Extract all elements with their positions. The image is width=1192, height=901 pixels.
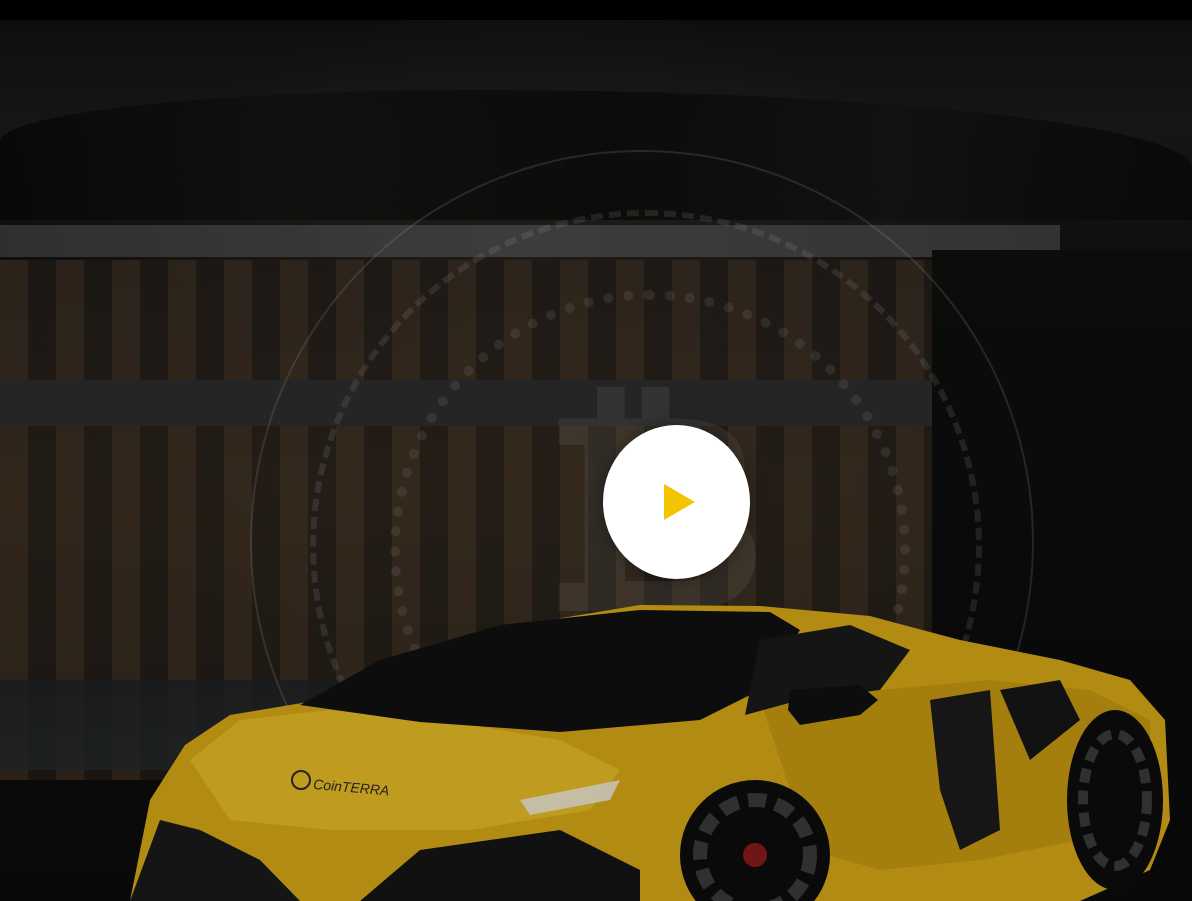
play-icon bbox=[664, 484, 695, 520]
brake-caliper bbox=[743, 843, 767, 867]
play-video-button[interactable] bbox=[603, 425, 750, 579]
sports-car-image: CoinTERRA bbox=[130, 605, 1170, 901]
